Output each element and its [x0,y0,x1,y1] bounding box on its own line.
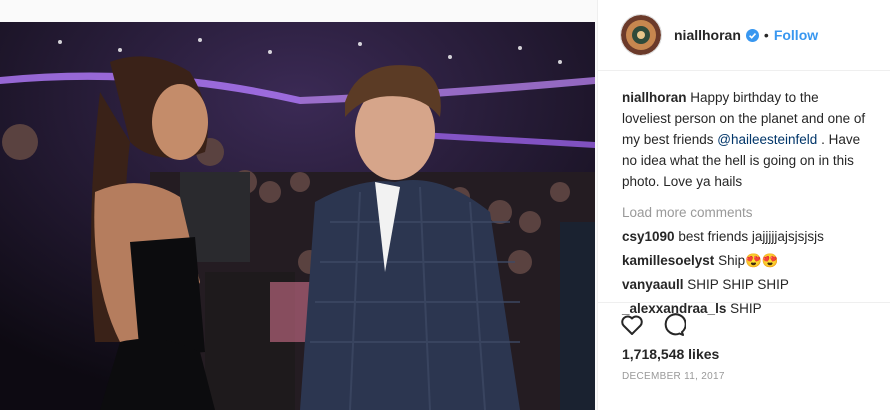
post-date: DECEMBER 11, 2017 [622,371,725,382]
post-photo[interactable] [0,22,595,410]
caption-mention-link[interactable]: @haileesteinfeld [717,132,817,147]
avatar[interactable] [620,14,662,56]
comment-username[interactable]: kamillesoelyst [622,253,714,268]
likes-count[interactable]: 1,718,548 likes [622,346,719,362]
avatar-image [621,15,661,55]
comment-username[interactable]: csy1090 [622,229,675,244]
comment-item: csy1090 best friends jajjjjjajsjsjsjs [622,226,871,247]
comment-text: best friends jajjjjjajsjsjsjs [674,229,824,244]
comment-bubble-icon[interactable] [662,313,687,342]
post-actions [620,313,687,342]
post-username[interactable]: niallhoran [674,27,741,43]
caption: niallhoran Happy birthday to the lovelie… [622,87,871,192]
caption-username[interactable]: niallhoran [622,90,687,105]
comment-text: SHIP [726,301,762,316]
comment-item: kamillesoelyst Ship😍😍 [622,250,871,271]
post-photo-illustration [0,22,595,410]
verified-badge-icon [745,28,759,42]
comment-item: vanyaaull SHIP SHIP SHIP [622,274,871,295]
actions-divider [598,302,890,303]
comments-section: niallhoran Happy birthday to the lovelie… [598,71,890,319]
comment-text: SHIP SHIP SHIP [683,277,789,292]
heart-icon[interactable] [620,313,644,342]
post-side-panel: niallhoran • Follow niallhoran Happy bir… [597,0,890,410]
comment-username[interactable]: vanyaaull [622,277,684,292]
load-more-comments-button[interactable]: Load more comments [622,202,871,223]
post-header: niallhoran • Follow [598,0,890,71]
separator-dot: • [763,27,769,43]
comment-text: Ship😍😍 [714,253,779,268]
follow-button[interactable]: Follow [774,27,818,43]
top-strip [0,0,595,22]
